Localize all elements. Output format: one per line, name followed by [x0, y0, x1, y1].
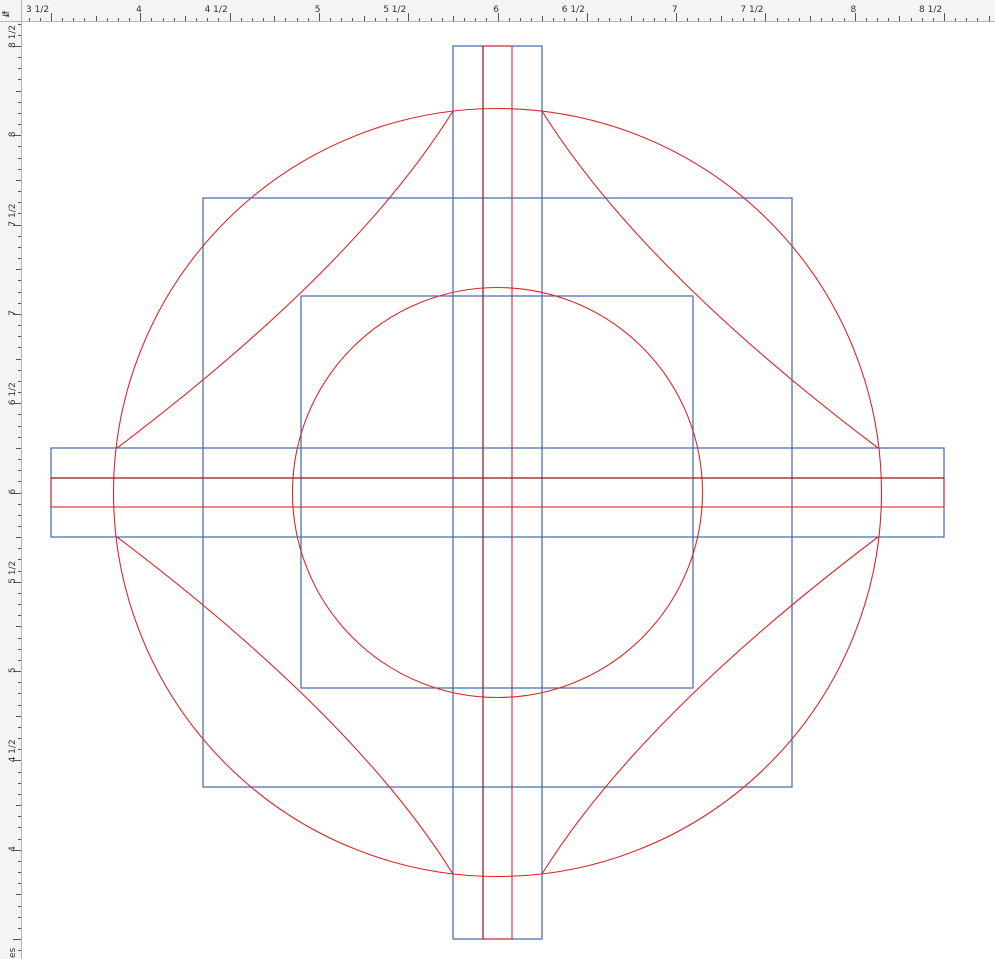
horizontal-ruler-label: 7 1/2 — [740, 5, 763, 15]
arc-bottom-right[interactable] — [541, 536, 879, 875]
vertical-ruler-label: 7 — [8, 310, 18, 316]
horizontal-center-bar[interactable] — [50, 477, 945, 508]
horizontal-ruler-label: 4 — [136, 5, 142, 15]
arc-top-left[interactable] — [116, 110, 454, 449]
vertical-ruler[interactable] — [0, 0, 21, 959]
vertical-ruler-label: 6 — [8, 489, 18, 495]
arc-bottom-left[interactable] — [116, 536, 454, 875]
vertical-ruler-label: 5 — [8, 667, 18, 673]
ruler-corner-icon[interactable]: ↹ — [2, 10, 10, 20]
horizontal-ruler-label: 7 — [672, 5, 678, 15]
outer-square[interactable] — [202, 197, 793, 788]
inner-circle[interactable] — [291, 286, 704, 699]
outer-circle[interactable] — [112, 107, 883, 878]
ruler-unit-label: es — [8, 947, 18, 958]
horizontal-ruler-label: 5 1/2 — [383, 5, 406, 15]
horizontal-ruler-label: 6 — [493, 5, 499, 15]
horizontal-ruler-label: 8 — [851, 5, 857, 15]
vertical-ruler-label: 5 1/2 — [8, 561, 18, 584]
horizontal-ruler-label: 4 1/2 — [205, 5, 228, 15]
vertical-ruler-label: 4 — [8, 846, 18, 852]
horizontal-ruler-label: 6 1/2 — [562, 5, 585, 15]
vertical-bar-outline[interactable] — [452, 45, 543, 940]
arc-top-right[interactable] — [541, 110, 879, 449]
rulers[interactable]: 3 1/2 4 4 1/2 5 5 1/2 6 6 1/2 7 7 1/2 8 8 1/2 8 1/… — [0, 0, 995, 959]
vertical-center-bar[interactable] — [482, 45, 513, 940]
vertical-ruler-label: 7 1/2 — [8, 204, 18, 227]
inner-square[interactable] — [300, 295, 694, 689]
horizontal-bar-outline[interactable] — [50, 447, 945, 538]
horizontal-ruler-label: 3 1/2 — [26, 5, 49, 15]
drawing-canvas[interactable]: 3 1/2 4 4 1/2 5 5 1/2 6 6 1/2 7 7 1/2 8 8 1/2 8 1/… — [0, 0, 995, 959]
vertical-ruler-label: 8 1/2 — [8, 25, 18, 48]
horizontal-ruler-label: 5 — [315, 5, 321, 15]
vertical-ruler-label: 6 1/2 — [8, 382, 18, 405]
vertical-ruler-label: 4 1/2 — [8, 739, 18, 762]
vertical-ruler-label: 8 — [8, 131, 18, 137]
horizontal-ruler-label: 8 1/2 — [919, 5, 942, 15]
construction-shapes[interactable] — [50, 45, 945, 940]
drawing-svg[interactable]: 3 1/2 4 4 1/2 5 5 1/2 6 6 1/2 7 7 1/2 8 8 1/2 8 1/… — [0, 0, 995, 959]
